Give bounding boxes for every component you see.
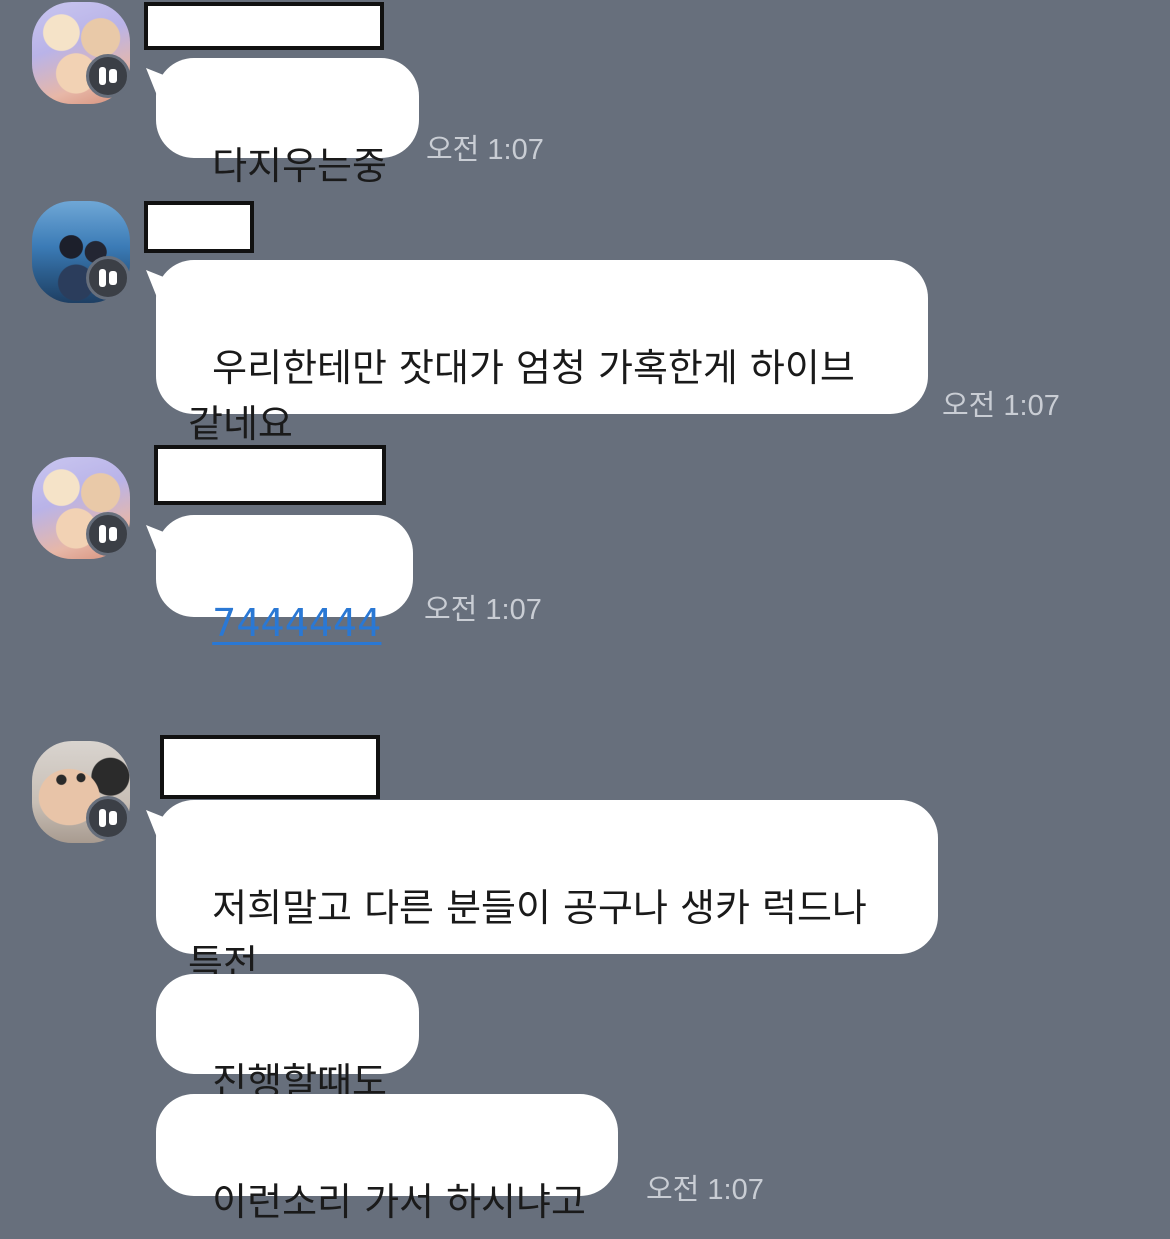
profile-badge-icon (86, 512, 130, 556)
message-text: 우리한테만 잣대가 엄청 가혹한게 하이브 같네요 (188, 346, 855, 446)
sender-name-redacted (144, 2, 384, 50)
message-text: 다지우는중 (212, 144, 387, 188)
message-bubble[interactable]: 저희말고 다른 분들이 공구나 생카 럭드나 특전 (156, 800, 938, 986)
sender-name-redacted (154, 445, 386, 505)
message-timestamp: 오전 1:07 (426, 134, 544, 166)
profile-badge-icon (86, 796, 130, 840)
message-timestamp: 오전 1:07 (424, 594, 542, 626)
message-timestamp: 오전 1:07 (646, 1174, 764, 1206)
message-bubble[interactable]: 7444444 (156, 515, 414, 645)
message-bubble[interactable]: 이런소리 가서 하시냐고 (156, 1094, 618, 1224)
phone-link[interactable]: 7444444 (212, 601, 381, 645)
sender-name-redacted (160, 735, 380, 799)
message-bubble[interactable]: 우리한테만 잣대가 엄청 가혹한게 하이브 같네요 (156, 260, 928, 446)
profile-badge-icon (86, 256, 130, 300)
message-bubble[interactable]: 다지우는중 (156, 58, 419, 188)
message-text: 저희말고 다른 분들이 공구나 생카 럭드나 특전 (188, 886, 867, 986)
message-timestamp: 오전 1:07 (942, 390, 1060, 422)
sender-name-redacted (144, 201, 254, 253)
profile-badge-icon (86, 54, 130, 98)
message-text: 이런소리 가서 하시냐고 (212, 1180, 586, 1224)
message-bubble[interactable]: 진행할때도 (156, 974, 419, 1104)
